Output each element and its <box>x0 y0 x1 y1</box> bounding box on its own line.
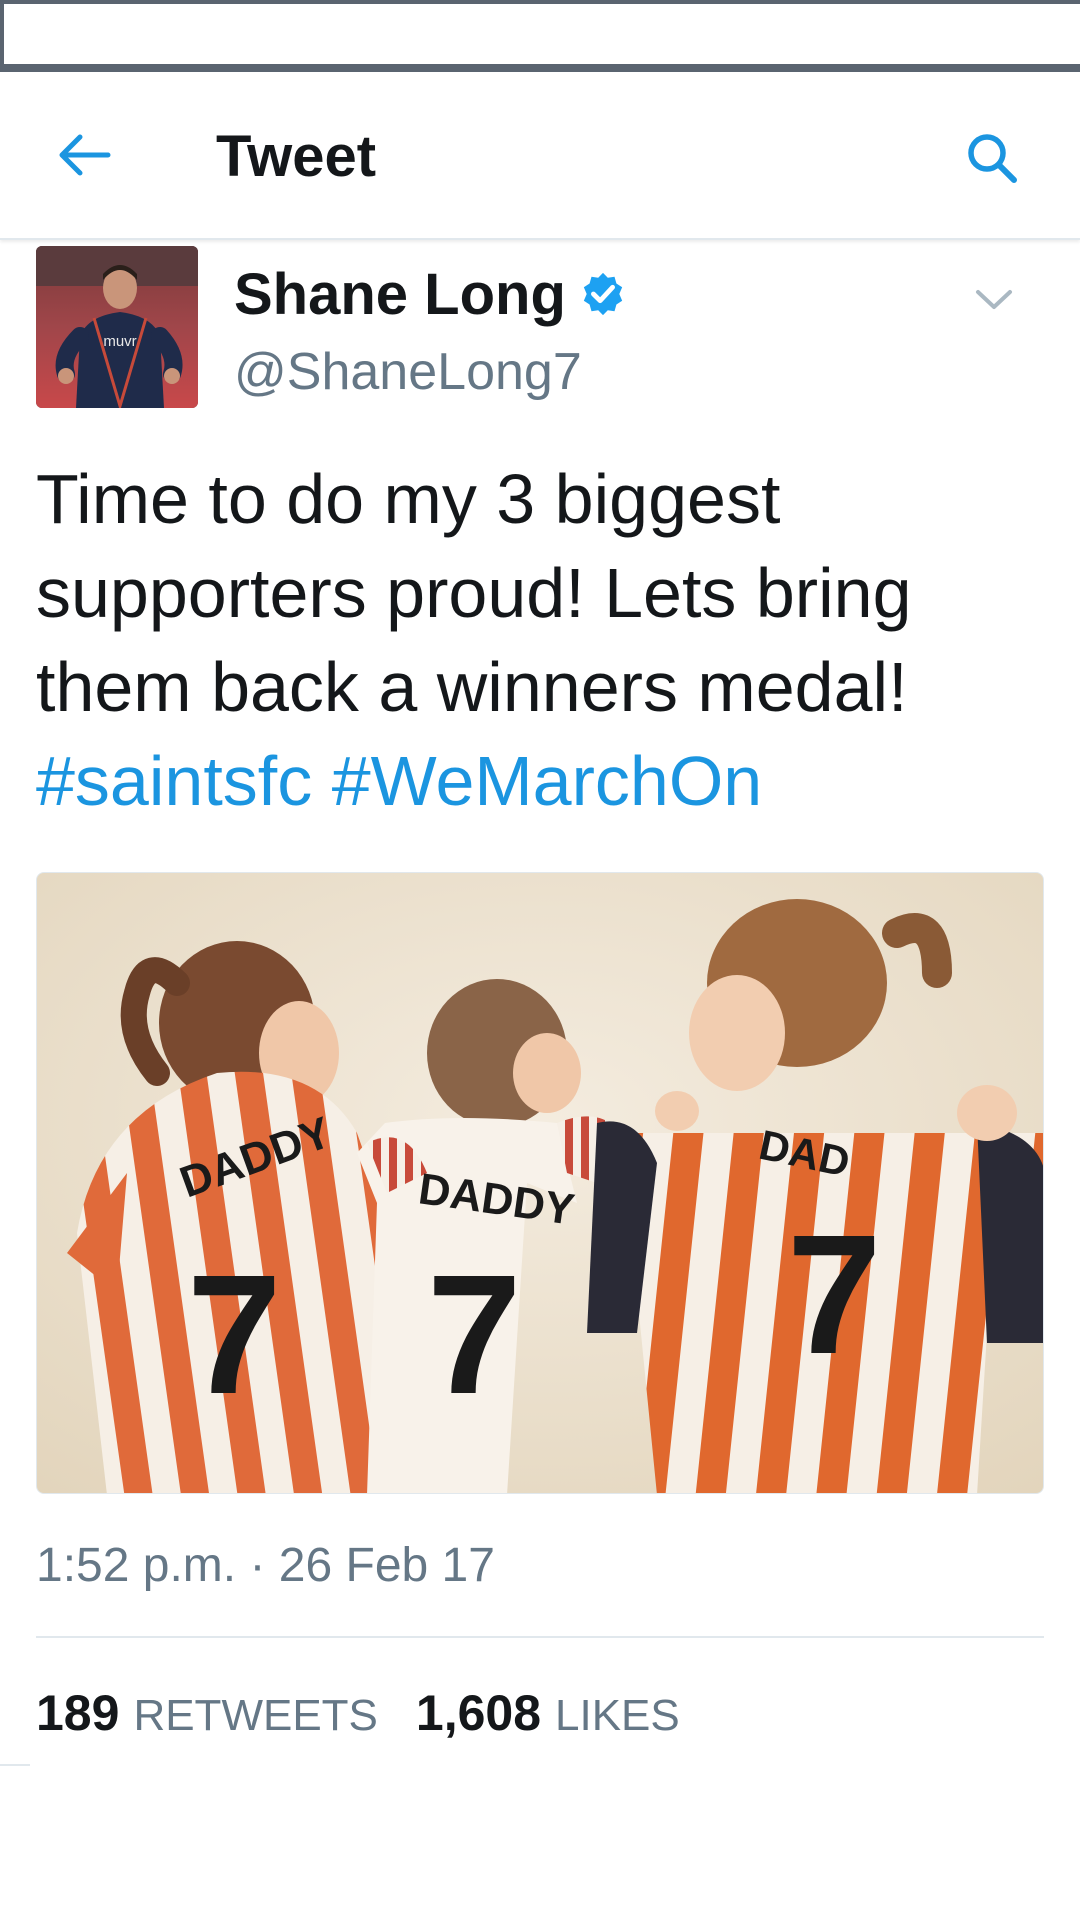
tweet-text-line: them back a winners medal! <box>36 648 908 726</box>
likes-count: 1,608 <box>415 1685 542 1741</box>
hashtag-link[interactable]: #saintsfc <box>36 742 312 820</box>
likes-label: LIKES <box>555 1691 680 1740</box>
top-frame-bar <box>0 4 1080 64</box>
divider <box>36 1636 1044 1638</box>
chevron-down-icon <box>976 290 1012 309</box>
retweets-count: 189 <box>36 1685 120 1741</box>
tweet-stats: 189 RETWEETS 1,608 LIKES <box>36 1684 718 1742</box>
tweet-hashtags: #saintsfc #WeMarchOn <box>36 734 1046 828</box>
search-button[interactable] <box>954 120 1030 196</box>
likes-stat[interactable]: 1,608 LIKES <box>416 1684 680 1742</box>
verified-badge-icon <box>583 272 623 316</box>
page-title: Tweet <box>216 124 377 189</box>
avatar-image: muvr <box>36 246 198 408</box>
avatar-sponsor-text: muvr <box>103 333 136 350</box>
retweets-stat[interactable]: 189 RETWEETS <box>36 1684 378 1742</box>
tweet-options-button[interactable] <box>968 274 1020 326</box>
hashtag-link[interactable]: #WeMarchOn <box>332 742 763 820</box>
author-name-row[interactable]: Shane Long <box>234 256 626 332</box>
retweets-label: RETWEETS <box>133 1691 378 1740</box>
tweet-photo[interactable]: DADDY 7 DADDY 7 DAD 7 <box>36 872 1044 1494</box>
tweet-text-line: Time to do my 3 biggest <box>36 460 781 538</box>
back-button[interactable] <box>44 120 124 190</box>
tweet-text: Time to do my 3 biggest supporters proud… <box>36 452 1046 828</box>
edge-divider <box>0 1764 30 1766</box>
search-icon <box>968 134 1017 183</box>
avatar[interactable]: muvr <box>36 246 198 408</box>
app-header: Tweet <box>0 72 1080 240</box>
jersey-number-right: 7 <box>787 1200 882 1390</box>
tweet-text-line: supporters proud! Lets bring <box>36 554 912 632</box>
top-frame <box>0 0 1080 72</box>
author-name: Shane Long <box>234 261 566 327</box>
tweet-timestamp: 1:52 p.m. · 26 Feb 17 <box>36 1539 495 1592</box>
author-handle[interactable]: @ShaneLong7 <box>234 342 582 402</box>
jersey-number-middle: 7 <box>427 1240 522 1430</box>
arrow-left-icon <box>59 134 111 176</box>
jersey-number-left: 7 <box>187 1240 282 1430</box>
photo-image: DADDY 7 DADDY 7 DAD 7 <box>37 873 1043 1493</box>
